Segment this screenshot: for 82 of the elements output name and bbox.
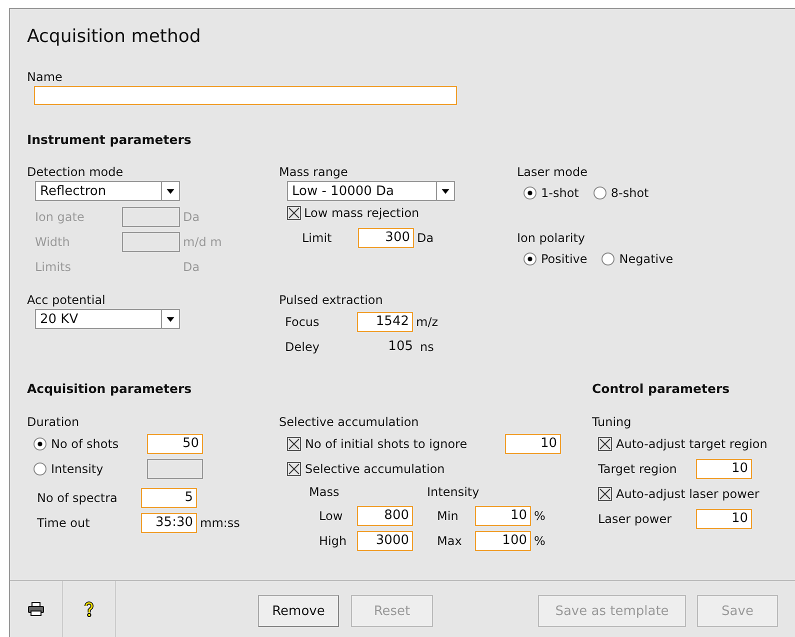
field-label: Selective accumulation — [279, 414, 420, 431]
field-label: Low — [319, 508, 344, 522]
input-field[interactable]: 35:30 — [141, 512, 197, 532]
unit-label: % — [534, 508, 546, 522]
unit-label: m/z — [416, 314, 438, 328]
radio-label: 1-shot — [541, 186, 579, 200]
value-text: 105 — [387, 339, 414, 354]
field-label: No of spectra — [37, 490, 118, 504]
field-label: Ion polarity — [517, 230, 586, 247]
radio-button[interactable] — [592, 186, 607, 200]
field-label: Name — [27, 69, 64, 86]
input-field[interactable]: 3000 — [357, 530, 413, 550]
field-label: Tuning — [592, 414, 632, 431]
unit-label: Da — [417, 230, 434, 244]
form-title: Acquisition method — [27, 25, 202, 49]
field-label: Acc potential — [27, 292, 106, 309]
checkbox[interactable] — [287, 436, 301, 450]
input-field[interactable]: 10 — [505, 434, 561, 454]
printer-icon[interactable] — [28, 602, 44, 616]
radio-button[interactable] — [601, 252, 616, 266]
section-heading: Acquisition parameters — [27, 380, 193, 398]
input-field[interactable]: 300 — [358, 228, 414, 248]
dropdown[interactable]: Low - 10000 Da — [287, 181, 455, 201]
radio-button[interactable] — [523, 186, 537, 200]
help-icon[interactable] — [84, 601, 94, 617]
field-label: Deley — [285, 340, 320, 354]
name-field[interactable] — [34, 86, 457, 105]
unit-label: mm:ss — [200, 516, 240, 530]
checkbox[interactable] — [287, 206, 301, 220]
input-field[interactable]: 50 — [147, 434, 203, 454]
field-label: Duration — [27, 414, 80, 431]
footer-button[interactable]: Remove — [258, 595, 339, 627]
field-label: Limit — [302, 230, 333, 244]
input-field[interactable] — [147, 458, 203, 478]
radio-label: No of shots — [51, 436, 120, 450]
input-field[interactable]: 10 — [696, 508, 752, 528]
field-label: Ion gate — [35, 210, 86, 224]
checkbox[interactable] — [598, 436, 612, 450]
unit-label: % — [534, 534, 546, 548]
unit-label: Da — [183, 260, 200, 274]
field-label: Max — [437, 534, 463, 548]
field-label: Width — [35, 234, 71, 248]
unit-label: Da — [183, 210, 200, 224]
radio-button[interactable] — [33, 462, 47, 476]
input-field[interactable]: 100 — [475, 530, 531, 550]
input-field[interactable]: 1542 — [357, 312, 413, 332]
checkbox[interactable] — [598, 486, 612, 500]
unit-label: m/d m — [183, 234, 222, 248]
field-label: Laser mode — [517, 164, 588, 181]
field-label: Detection mode — [27, 164, 124, 181]
field-label: Focus — [285, 314, 320, 328]
unit-label: ns — [420, 340, 434, 354]
radio-button[interactable] — [33, 436, 47, 450]
radio-button[interactable] — [523, 252, 537, 266]
column-label: Intensity — [427, 484, 480, 501]
checkbox-label: Auto-adjust laser power — [616, 486, 760, 500]
field-label: Time out — [37, 516, 91, 530]
checkbox-label: Low mass rejection — [304, 206, 420, 220]
dropdown[interactable]: Reflectron — [35, 181, 180, 201]
section-heading: Instrument parameters — [27, 131, 192, 149]
radio-label: Negative — [619, 252, 674, 266]
radio-label: Intensity — [51, 462, 104, 476]
input-field[interactable]: 800 — [357, 506, 413, 526]
section-heading: Control parameters — [592, 380, 731, 398]
field-label: Min — [437, 508, 460, 522]
input-field[interactable]: 10 — [696, 458, 752, 478]
radio-label: Positive — [541, 252, 588, 266]
input-field[interactable]: 10 — [475, 506, 531, 526]
radio-label: 8-shot — [610, 186, 649, 200]
field-label: Pulsed extraction — [279, 292, 384, 309]
input-field[interactable]: 5 — [141, 488, 197, 508]
checkbox[interactable] — [287, 462, 301, 476]
checkbox-label: No of initial shots to ignore — [305, 436, 468, 450]
field-label: Laser power — [598, 512, 673, 526]
checkbox-label: Auto-adjust target region — [616, 436, 768, 450]
dropdown[interactable]: 20 KV — [35, 309, 180, 329]
field-label: High — [319, 534, 348, 548]
field-label: Target region — [598, 462, 678, 476]
checkbox-label: Selective accumulation — [305, 462, 445, 476]
field-label: Limits — [35, 260, 72, 274]
field-label: Mass range — [279, 164, 349, 181]
column-label: Mass — [309, 484, 340, 501]
